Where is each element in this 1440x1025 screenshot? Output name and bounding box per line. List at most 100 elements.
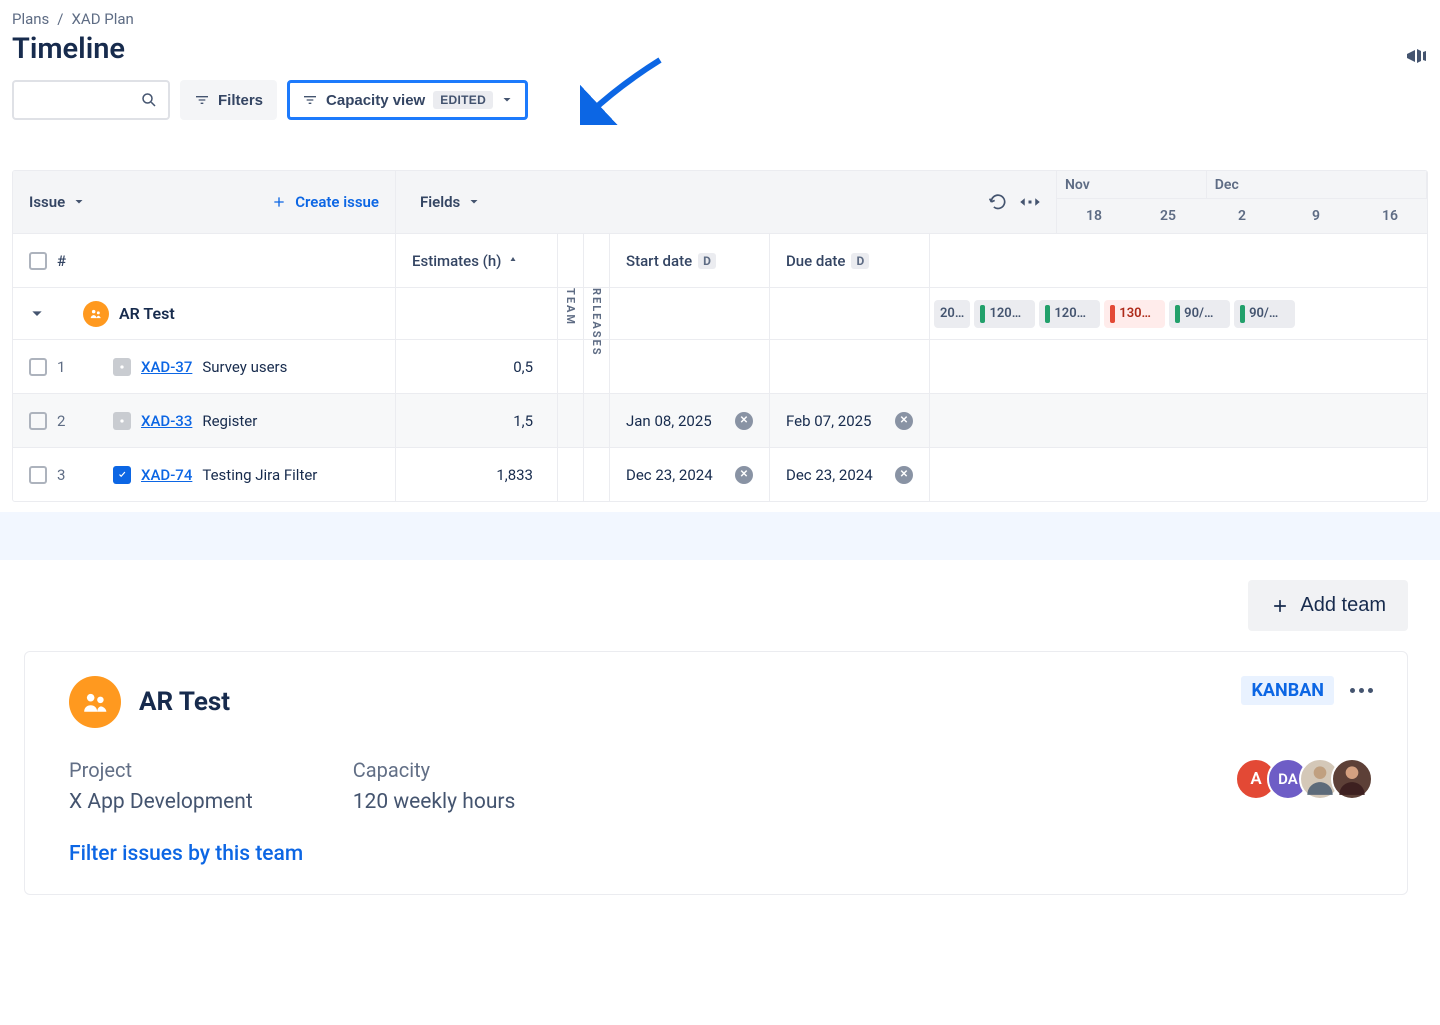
estimate-cell[interactable]: 0,5 <box>395 340 557 393</box>
capacity-pill-label: 90/… <box>1249 306 1278 321</box>
issue-summary: Survey users <box>202 358 287 376</box>
create-issue-label: Create issue <box>295 193 379 211</box>
start-date-cell[interactable]: Jan 08, 2025 <box>609 394 769 447</box>
timeline-header: Nov Dec 18 25 2 9 16 <box>1057 171 1427 233</box>
issue-key-link[interactable]: XAD-74 <box>141 466 192 484</box>
row-checkbox[interactable] <box>29 466 47 484</box>
releases-tab[interactable] <box>583 234 609 287</box>
page-title: Timeline <box>12 32 125 66</box>
due-date-cell[interactable]: Feb 07, 2025 <box>769 394 929 447</box>
timeline-table: Issue Create issue Fields Nov De <box>12 170 1428 502</box>
search-input[interactable] <box>12 80 170 120</box>
breadcrumb-parent[interactable]: Plans <box>12 10 49 28</box>
collapse-expand-icon[interactable] <box>1018 193 1042 211</box>
releases-vertical-tab[interactable]: RELEASES <box>583 288 609 339</box>
capacity-view-button[interactable]: Capacity view EDITED <box>287 80 528 120</box>
plus-icon <box>271 194 287 210</box>
capacity-pill[interactable]: 120… <box>974 300 1035 328</box>
filter-icon <box>194 92 210 108</box>
capacity-bar <box>980 305 985 323</box>
clear-date-icon[interactable] <box>735 466 753 484</box>
team-avatars: A DA <box>1235 758 1373 800</box>
breadcrumb: Plans / XAD Plan <box>12 10 1428 28</box>
team-row[interactable]: AR Test TEAM RELEASES 20… 120… 120… 130… 90/… <box>13 287 1427 339</box>
due-date-cell[interactable]: Dec 23, 2024 <box>769 448 929 501</box>
add-team-label: Add team <box>1300 594 1386 617</box>
fields-dropdown[interactable]: Fields <box>395 171 557 233</box>
day-label: 18 <box>1057 208 1131 224</box>
story-icon <box>113 358 131 376</box>
capacity-value: 120 weekly hours <box>353 790 516 814</box>
capacity-pill-label: 120… <box>1054 306 1086 321</box>
project-label: Project <box>69 758 253 782</box>
filter-by-team-link[interactable]: Filter issues by this team <box>69 842 303 866</box>
start-date-cell[interactable]: Dec 23, 2024 <box>609 448 769 501</box>
due-date-label: Due date <box>786 252 845 270</box>
due-date-header[interactable]: Due date D <box>769 234 929 287</box>
story-icon <box>113 412 131 430</box>
issue-row[interactable]: 2 XAD-33 Register 1,5 Jan 08, 2025Feb 07,… <box>13 393 1427 447</box>
clear-date-icon[interactable] <box>895 412 913 430</box>
capacity-pill[interactable]: 20… <box>934 300 970 328</box>
megaphone-icon[interactable] <box>1404 44 1428 68</box>
capacity-pill[interactable]: 120… <box>1039 300 1100 328</box>
capacity-bar <box>1045 305 1050 323</box>
start-date-label: Start date <box>626 252 692 270</box>
fields-label: Fields <box>420 193 460 211</box>
issue-summary: Register <box>202 412 257 430</box>
issue-key-link[interactable]: XAD-37 <box>141 358 192 376</box>
team-card-icon <box>69 676 121 728</box>
breadcrumb-current: XAD Plan <box>72 10 134 28</box>
estimates-label: Estimates (h) <box>412 252 501 270</box>
clear-date-icon[interactable] <box>735 412 753 430</box>
due-date-cell[interactable] <box>769 340 929 393</box>
team-tab[interactable] <box>557 234 583 287</box>
capacity-bar <box>1240 305 1245 323</box>
capacity-view-label: Capacity view <box>326 92 425 109</box>
toolbar: Filters Capacity view EDITED <box>12 80 1428 120</box>
more-menu-button[interactable] <box>1350 688 1373 693</box>
clear-date-icon[interactable] <box>895 466 913 484</box>
filters-button[interactable]: Filters <box>180 80 277 120</box>
add-team-button[interactable]: Add team <box>1248 580 1408 631</box>
avatar[interactable] <box>1331 758 1373 800</box>
chevron-down-icon[interactable] <box>29 306 45 322</box>
table-header-row: Issue Create issue Fields Nov De <box>13 171 1427 233</box>
capacity-pill[interactable]: 130… <box>1104 300 1165 328</box>
date-badge: D <box>851 253 869 269</box>
view-icon <box>302 92 318 108</box>
issue-row[interactable]: 1 XAD-37 Survey users 0,5 <box>13 339 1427 393</box>
breadcrumb-separator: / <box>57 10 63 28</box>
capacity-pill-label: 90/… <box>1184 306 1213 321</box>
issue-key-link[interactable]: XAD-33 <box>141 412 192 430</box>
month-dec: Dec <box>1207 171 1427 198</box>
estimate-cell[interactable]: 1,5 <box>395 394 557 447</box>
capacity-cells: 20… 120… 120… 130… 90/… 90/… <box>929 288 1299 339</box>
select-all-checkbox[interactable] <box>29 252 47 270</box>
row-checkbox[interactable] <box>29 412 47 430</box>
filters-label: Filters <box>218 92 263 109</box>
capacity-bar <box>1175 305 1180 323</box>
issue-column-header[interactable]: Issue <box>13 171 219 233</box>
team-vertical-tab[interactable]: TEAM <box>557 288 583 339</box>
undo-icon[interactable] <box>988 192 1008 212</box>
issue-row[interactable]: 3 XAD-74 Testing Jira Filter 1,833Dec 23… <box>13 447 1427 501</box>
row-number: 2 <box>57 412 69 430</box>
team-name-label: AR Test <box>119 304 175 323</box>
issue-header-label: Issue <box>29 193 65 211</box>
capacity-pill[interactable]: 90/… <box>1169 300 1230 328</box>
estimates-header[interactable]: Estimates (h) <box>395 234 557 287</box>
team-icon <box>83 301 109 327</box>
task-icon <box>113 466 131 484</box>
plus-icon <box>1270 596 1290 616</box>
column-subheader-row: # Estimates (h) Start date D Due date D <box>13 233 1427 287</box>
estimate-cell[interactable]: 1,833 <box>395 448 557 501</box>
create-issue-button[interactable]: Create issue <box>271 193 379 211</box>
capacity-pill[interactable]: 90/… <box>1234 300 1295 328</box>
start-date-cell[interactable] <box>609 340 769 393</box>
day-label: 16 <box>1353 208 1427 224</box>
row-checkbox[interactable] <box>29 358 47 376</box>
start-date-header[interactable]: Start date D <box>609 234 769 287</box>
capacity-bar <box>1110 305 1115 323</box>
capacity-pill-label: 20… <box>940 306 964 321</box>
